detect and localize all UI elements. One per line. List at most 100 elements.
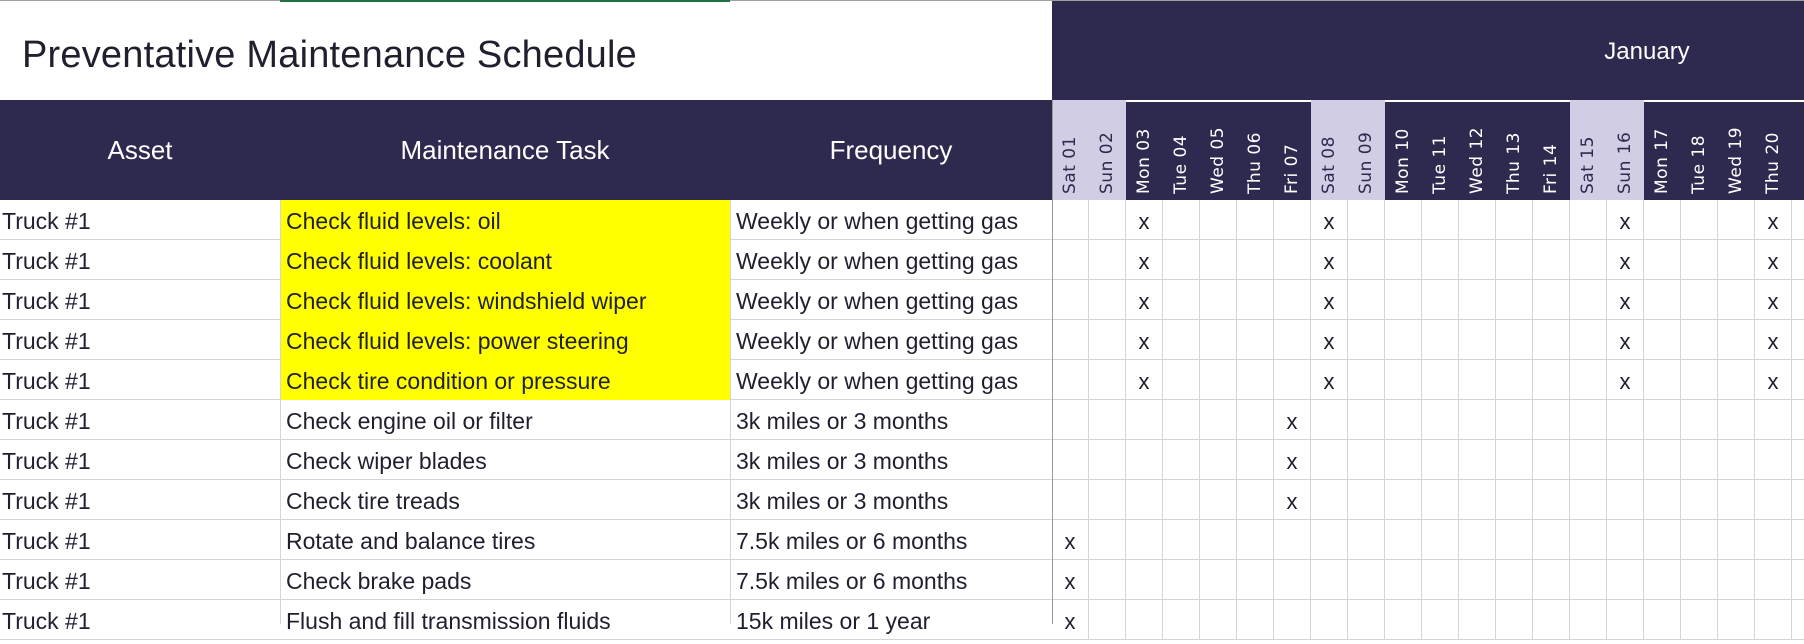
schedule-cell[interactable] [1089, 440, 1126, 480]
schedule-cell[interactable] [1274, 560, 1311, 600]
schedule-cell[interactable] [1533, 560, 1570, 600]
schedule-cell[interactable] [1644, 520, 1681, 560]
schedule-cell[interactable] [1496, 200, 1533, 240]
schedule-cell[interactable] [1052, 400, 1089, 440]
schedule-cell[interactable] [1570, 320, 1607, 360]
schedule-cell[interactable] [1311, 480, 1348, 520]
schedule-cell[interactable] [1422, 200, 1459, 240]
schedule-cell[interactable] [1681, 600, 1718, 640]
task-cell[interactable]: Check fluid levels: coolant [280, 240, 730, 280]
schedule-cell[interactable] [1718, 360, 1755, 400]
schedule-cell[interactable] [1089, 360, 1126, 400]
schedule-cell[interactable] [1792, 560, 1804, 600]
schedule-cell[interactable] [1570, 600, 1607, 640]
schedule-cell[interactable] [1718, 280, 1755, 320]
schedule-cell[interactable] [1496, 280, 1533, 320]
schedule-cell[interactable] [1644, 280, 1681, 320]
schedule-cell[interactable] [1385, 200, 1422, 240]
schedule-cell[interactable] [1274, 360, 1311, 400]
asset-cell[interactable]: Truck #1 [0, 200, 280, 240]
task-cell[interactable]: Check fluid levels: windshield wiper [280, 280, 730, 320]
schedule-cell[interactable]: x [1607, 200, 1644, 240]
schedule-cell[interactable] [1422, 280, 1459, 320]
schedule-cell[interactable] [1126, 480, 1163, 520]
schedule-cell[interactable]: x [1052, 520, 1089, 560]
schedule-cell[interactable] [1607, 560, 1644, 600]
schedule-cell[interactable] [1792, 320, 1804, 360]
asset-cell[interactable]: Truck #1 [0, 240, 280, 280]
asset-cell[interactable]: Truck #1 [0, 520, 280, 560]
schedule-cell[interactable] [1089, 400, 1126, 440]
schedule-cell[interactable] [1496, 480, 1533, 520]
schedule-cell[interactable]: x [1052, 560, 1089, 600]
schedule-cell[interactable] [1348, 480, 1385, 520]
schedule-cell[interactable] [1237, 480, 1274, 520]
schedule-cell[interactable] [1570, 560, 1607, 600]
task-cell[interactable]: Check tire treads [280, 480, 730, 520]
schedule-cell[interactable] [1422, 240, 1459, 280]
schedule-cell[interactable] [1607, 600, 1644, 640]
schedule-cell[interactable] [1052, 480, 1089, 520]
schedule-cell[interactable] [1348, 240, 1385, 280]
schedule-cell[interactable] [1311, 440, 1348, 480]
schedule-cell[interactable] [1348, 440, 1385, 480]
day-header[interactable]: Fri 14 [1533, 100, 1570, 200]
schedule-cell[interactable] [1052, 200, 1089, 240]
frequency-cell[interactable]: Weekly or when getting gas [730, 200, 1052, 240]
schedule-cell[interactable] [1755, 440, 1792, 480]
schedule-cell[interactable]: x [1755, 280, 1792, 320]
day-header[interactable]: Sun 02 [1089, 100, 1126, 200]
schedule-cell[interactable] [1422, 480, 1459, 520]
schedule-cell[interactable] [1496, 520, 1533, 560]
schedule-cell[interactable] [1792, 440, 1804, 480]
schedule-cell[interactable]: x [1755, 360, 1792, 400]
asset-cell[interactable]: Truck #1 [0, 480, 280, 520]
schedule-cell[interactable] [1533, 480, 1570, 520]
schedule-cell[interactable] [1718, 320, 1755, 360]
schedule-cell[interactable]: x [1126, 360, 1163, 400]
schedule-cell[interactable] [1348, 400, 1385, 440]
asset-cell[interactable]: Truck #1 [0, 280, 280, 320]
schedule-cell[interactable] [1385, 360, 1422, 400]
schedule-cell[interactable] [1200, 320, 1237, 360]
schedule-cell[interactable] [1533, 400, 1570, 440]
schedule-cell[interactable] [1533, 200, 1570, 240]
schedule-cell[interactable] [1126, 600, 1163, 640]
schedule-cell[interactable] [1348, 280, 1385, 320]
schedule-cell[interactable] [1718, 600, 1755, 640]
schedule-cell[interactable]: x [1311, 280, 1348, 320]
schedule-cell[interactable] [1163, 320, 1200, 360]
schedule-cell[interactable] [1163, 360, 1200, 400]
schedule-cell[interactable]: x [1755, 320, 1792, 360]
schedule-cell[interactable] [1681, 400, 1718, 440]
schedule-cell[interactable] [1570, 520, 1607, 560]
schedule-cell[interactable] [1755, 480, 1792, 520]
schedule-cell[interactable] [1644, 440, 1681, 480]
schedule-cell[interactable] [1607, 480, 1644, 520]
schedule-cell[interactable] [1496, 560, 1533, 600]
schedule-cell[interactable] [1718, 440, 1755, 480]
schedule-cell[interactable] [1163, 400, 1200, 440]
task-cell[interactable]: Check fluid levels: oil [280, 200, 730, 240]
schedule-cell[interactable] [1311, 560, 1348, 600]
schedule-cell[interactable] [1533, 360, 1570, 400]
task-cell[interactable]: Check fluid levels: power steering [280, 320, 730, 360]
schedule-cell[interactable] [1200, 200, 1237, 240]
schedule-cell[interactable] [1385, 520, 1422, 560]
schedule-cell[interactable] [1644, 600, 1681, 640]
day-header[interactable]: Thu 06 [1237, 100, 1274, 200]
schedule-cell[interactable] [1274, 200, 1311, 240]
schedule-cell[interactable] [1385, 320, 1422, 360]
schedule-cell[interactable] [1755, 520, 1792, 560]
day-header[interactable]: Mon 03 [1126, 100, 1163, 200]
schedule-cell[interactable] [1163, 560, 1200, 600]
schedule-cell[interactable] [1718, 400, 1755, 440]
schedule-cell[interactable]: x [1311, 240, 1348, 280]
schedule-cell[interactable] [1237, 200, 1274, 240]
schedule-cell[interactable] [1533, 240, 1570, 280]
schedule-cell[interactable] [1496, 360, 1533, 400]
schedule-cell[interactable] [1422, 400, 1459, 440]
schedule-cell[interactable] [1089, 600, 1126, 640]
schedule-cell[interactable] [1644, 400, 1681, 440]
schedule-cell[interactable] [1089, 200, 1126, 240]
